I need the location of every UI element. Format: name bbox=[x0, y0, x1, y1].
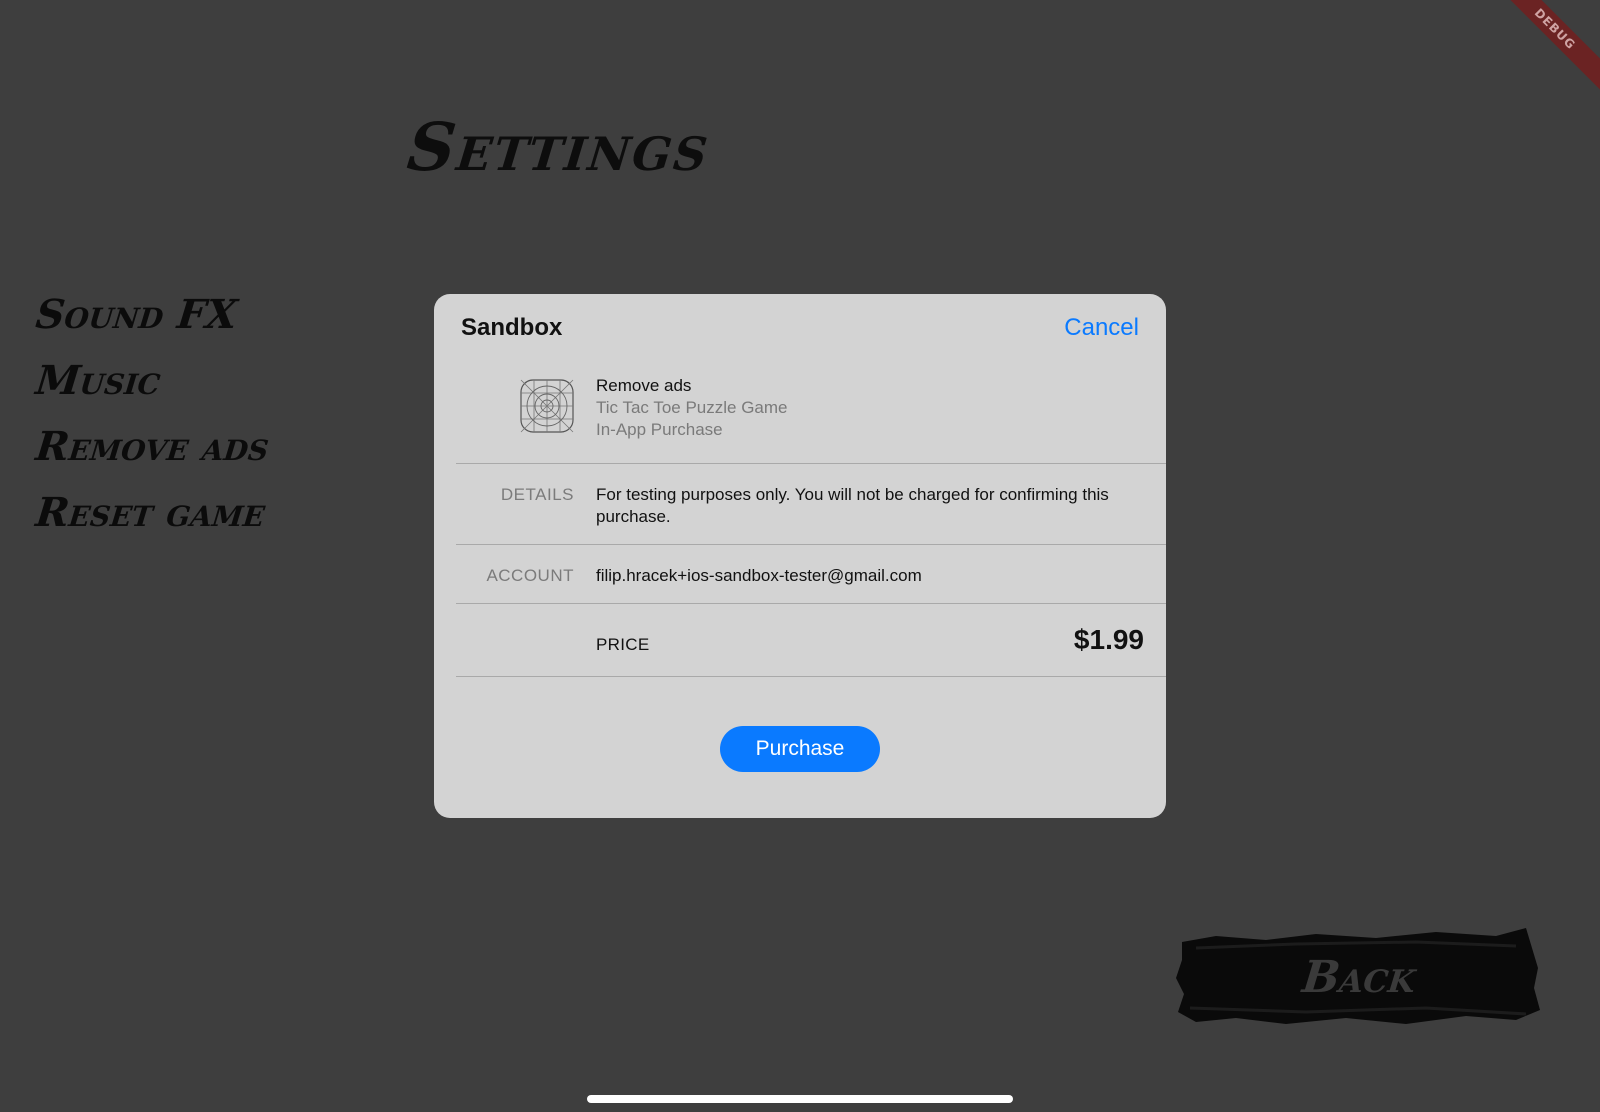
details-value: For testing purposes only. You will not … bbox=[596, 485, 1109, 526]
menu-item-remove-ads[interactable]: Remove ads bbox=[33, 414, 273, 480]
cancel-button[interactable]: Cancel bbox=[1064, 314, 1139, 342]
divider bbox=[456, 603, 1166, 604]
price-label: PRICE bbox=[596, 635, 650, 654]
menu-item-music[interactable]: Music bbox=[33, 348, 273, 414]
account-value: filip.hracek+ios-sandbox-tester@gmail.co… bbox=[596, 566, 922, 585]
price-value: $1.99 bbox=[1073, 624, 1144, 655]
product-row: Remove ads Tic Tac Toe Puzzle Game In-Ap… bbox=[434, 376, 1166, 456]
account-label: ACCOUNT bbox=[486, 566, 574, 585]
app-placeholder-icon bbox=[520, 379, 574, 433]
home-indicator[interactable] bbox=[587, 1095, 1013, 1103]
sheet-title: Sandbox bbox=[461, 314, 563, 341]
settings-menu: Sound FX Music Remove ads Reset game bbox=[34, 282, 272, 546]
menu-item-reset-game[interactable]: Reset game bbox=[33, 480, 273, 546]
divider bbox=[456, 676, 1166, 677]
product-app-name: Tic Tac Toe Puzzle Game bbox=[596, 398, 788, 417]
product-type: In-App Purchase bbox=[596, 420, 723, 439]
menu-item-sound-fx[interactable]: Sound FX bbox=[33, 282, 273, 348]
game-screen: DEBUG Settings Sound FX Music Remove ads… bbox=[0, 0, 1600, 1112]
purchase-button[interactable]: Purchase bbox=[720, 726, 880, 772]
page-title: Settings bbox=[403, 108, 714, 186]
debug-banner: DEBUG bbox=[1487, 0, 1600, 97]
divider bbox=[456, 544, 1166, 545]
product-name: Remove ads bbox=[596, 376, 692, 395]
back-button[interactable]: Back bbox=[1176, 928, 1542, 1028]
details-label: DETAILS bbox=[500, 485, 574, 504]
back-label: Back bbox=[1299, 952, 1419, 1003]
divider bbox=[456, 463, 1166, 464]
sandbox-purchase-sheet: Sandbox Cancel Remove ads Tic Tac Toe Pu… bbox=[434, 294, 1166, 818]
